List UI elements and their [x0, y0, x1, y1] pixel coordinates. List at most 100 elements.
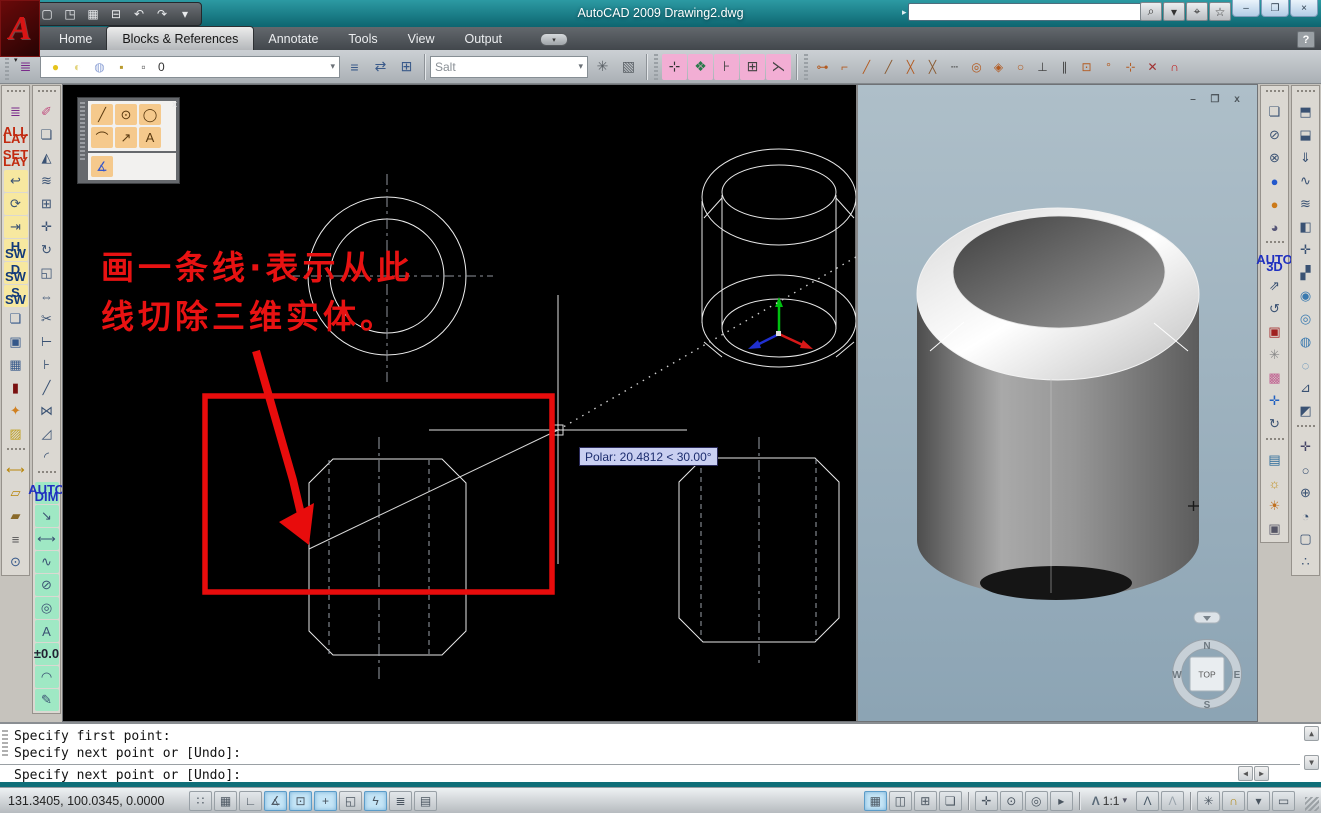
toolbar-grip[interactable]	[5, 53, 9, 80]
array-icon[interactable]: ⊞	[35, 193, 59, 215]
dim-text-icon[interactable]: A	[34, 620, 59, 642]
tab-tools[interactable]: Tools	[333, 27, 392, 50]
workspace-gear-button[interactable]: ✳	[1197, 790, 1220, 811]
orbit-box-icon[interactable]: ⇗	[1263, 275, 1287, 297]
toolbar-grip[interactable]	[1296, 90, 1315, 97]
command-line-panel[interactable]: Specify first point: Specify next point o…	[0, 722, 1321, 783]
line-tool-icon[interactable]: ╱	[91, 104, 113, 125]
layout-button[interactable]: ◫	[888, 790, 912, 811]
measure-distance-icon[interactable]: ⟷	[4, 459, 28, 481]
chevron-down-icon[interactable]: ▾	[578, 61, 583, 72]
join-icon[interactable]: ⋈	[35, 400, 59, 422]
wipeout-icon[interactable]: ⊘	[1263, 124, 1287, 146]
paintbrush-icon[interactable]: ✦	[4, 400, 28, 422]
toolbar-grip[interactable]	[6, 90, 25, 97]
palette-grid-icon[interactable]: ▩	[1263, 367, 1287, 389]
stretch-icon[interactable]: ⇔	[35, 285, 59, 307]
osnap-toggle[interactable]: ⊡	[289, 790, 312, 811]
point-marker-icon[interactable]: ⊹	[662, 53, 687, 80]
toolbar-grip[interactable]	[1265, 90, 1284, 97]
dyn-toggle[interactable]: ϟ	[364, 790, 387, 811]
osnap-settings-magnet-icon[interactable]: ∩	[1164, 54, 1185, 80]
layer-freeze-icon[interactable]: ◐	[67, 54, 88, 80]
rotate-icon[interactable]: ↻	[35, 239, 59, 261]
annotation-visibility-button[interactable]: Λ	[1136, 790, 1159, 811]
layer-isolate-icon[interactable]: ⇄	[368, 54, 393, 80]
linear-dim-icon[interactable]: ⟷	[34, 528, 59, 550]
measure-area-icon[interactable]: ▱	[4, 482, 28, 504]
toolbar-grip[interactable]	[1296, 425, 1315, 432]
pan-button[interactable]: ✛	[974, 790, 998, 811]
3d-align-icon[interactable]: ◩	[1294, 400, 1318, 422]
snap-toggle[interactable]: ∷	[189, 790, 212, 811]
auto-dim-icon[interactable]: AUTO DIM	[28, 482, 65, 504]
measure-tool-icon[interactable]: ↗	[115, 127, 137, 148]
snap-parallel-icon[interactable]: ∥	[1054, 54, 1075, 80]
model-space-button[interactable]: ▦	[863, 790, 887, 811]
undo-icon[interactable]: ↶	[129, 5, 149, 23]
region-mass-icon[interactable]: ▰	[4, 505, 28, 527]
interfere-icon[interactable]: ◌	[1294, 354, 1318, 376]
search-icon[interactable]: ⌕	[1140, 2, 1162, 21]
layer-match-icon[interactable]: ⟳	[3, 193, 28, 215]
auto-annotate-button[interactable]: Λ	[1161, 790, 1184, 811]
copy-icon[interactable]: ❏	[35, 124, 59, 146]
qat-menu-caret[interactable]: ▾	[175, 5, 195, 23]
tab-blocks-references[interactable]: Blocks & References	[107, 27, 254, 50]
sweep-icon[interactable]: ∿	[1294, 170, 1318, 192]
snap-quadrant-icon[interactable]: ◈	[988, 54, 1009, 80]
text-tool-icon[interactable]: A	[139, 127, 161, 148]
snap-from-icon[interactable]: ⌐	[834, 54, 855, 80]
drawing-canvas[interactable]: x ╱ ⊙ ◯ ⌒ ↗ A ∡ 画一条线·表示从此 线切除三维实体。 Polar…	[63, 85, 856, 721]
break-line-icon[interactable]: ⋋	[766, 53, 791, 80]
plot-icon[interactable]: ⊟	[106, 5, 126, 23]
polysolid-icon[interactable]: ⬒	[1294, 101, 1318, 123]
clean-screen-button[interactable]: ▭	[1272, 790, 1295, 811]
floating-draw-palette[interactable]: x ╱ ⊙ ◯ ⌒ ↗ A ∡	[77, 97, 180, 184]
help-button[interactable]: ?	[1297, 31, 1315, 48]
vp-close-icon[interactable]: x	[1229, 93, 1245, 105]
title-caret-icon[interactable]: ▸	[902, 7, 907, 18]
viewport-3d[interactable]: N E S W TOP – ❐ x	[858, 85, 1257, 721]
subtract-icon[interactable]: ◎	[1294, 308, 1318, 330]
orbit-3d-icon[interactable]: ↻	[1263, 413, 1287, 435]
render-region-icon[interactable]: ▤	[1263, 449, 1287, 471]
infocenter-search-input[interactable]	[908, 3, 1142, 21]
snap-tangent-icon[interactable]: ○	[1010, 54, 1031, 80]
snap-insert-icon[interactable]: ⊡	[1076, 54, 1097, 80]
toolbar-grip[interactable]	[6, 448, 25, 455]
temp-track-icon[interactable]: ⊶	[812, 54, 833, 80]
copy-layout-icon[interactable]: ❏	[4, 308, 28, 330]
toolbar-grip[interactable]	[654, 53, 658, 80]
render-icon[interactable]: ▣	[1263, 518, 1287, 540]
toolbar-grip[interactable]	[37, 471, 56, 478]
scroll-left-icon[interactable]: ◀	[1238, 766, 1253, 781]
save-icon[interactable]: ▦	[83, 5, 103, 23]
fillet-icon[interactable]: ◜	[35, 446, 59, 468]
layer-isolate2-icon[interactable]: ⇥	[3, 216, 28, 238]
extend-icon[interactable]: ⊢	[35, 331, 59, 353]
camera-icon[interactable]: ▢	[1294, 528, 1318, 550]
auto-3d-icon[interactable]: AUTO 3D	[1256, 252, 1293, 274]
multileader-icon[interactable]: ↘	[34, 505, 59, 527]
angle-tool-icon[interactable]: ∡	[91, 156, 113, 177]
intersect-icon[interactable]: ◍	[1294, 331, 1318, 353]
style-dropdown[interactable]: Salt ▾	[430, 55, 588, 78]
render-sphere-icon[interactable]: ●	[1263, 170, 1287, 192]
annotation-scale-button[interactable]: Λ 1:1 ▾	[1086, 790, 1133, 812]
tolerance-icon[interactable]: ±0.0	[34, 643, 59, 665]
scroll-up-icon[interactable]: ▲	[1304, 726, 1319, 741]
lights-icon[interactable]: ☼	[1263, 472, 1287, 494]
d-sw-icon[interactable]: D SW	[3, 262, 28, 284]
s-sw-icon[interactable]: S SW	[3, 285, 28, 307]
otrack-toggle[interactable]: +	[314, 790, 337, 811]
slice-icon[interactable]: ▞	[1294, 262, 1318, 284]
palette-close-icon[interactable]: x	[172, 99, 177, 109]
grid-toggle[interactable]: ▦	[214, 790, 237, 811]
interface-lock-button[interactable]: ∩	[1222, 790, 1245, 811]
radius-dim-icon[interactable]: ⊘	[34, 574, 59, 596]
snap-intersection-icon[interactable]: ╳	[900, 54, 921, 80]
walk-box-icon[interactable]: ▣	[1263, 321, 1287, 343]
h-sw-icon[interactable]: H SW	[3, 239, 28, 261]
layer-states-icon[interactable]: ≡	[342, 54, 367, 80]
